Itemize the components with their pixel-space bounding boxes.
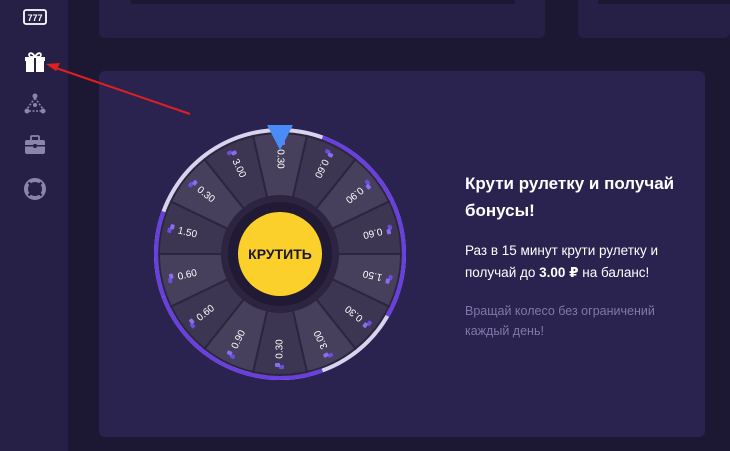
promo-desc-suffix: на баланс! (578, 265, 650, 280)
lifebuoy-icon (24, 178, 46, 200)
promo-title: Крути рулетку и получай бонусы! (465, 174, 675, 220)
promo-note: Вращай колесо без ограничений каждый ден… (465, 304, 655, 338)
gift-icon (25, 52, 45, 72)
slot-machine-icon: 777 (23, 9, 47, 25)
promo-amount: 3.00 ₽ (539, 265, 579, 280)
sidebar-item-referral[interactable] (20, 89, 50, 119)
sidebar-item-slots[interactable]: 777 (20, 2, 50, 32)
sidebar-item-support[interactable] (20, 174, 50, 204)
top-card-left (99, 0, 545, 38)
network-icon (24, 93, 46, 114)
promo-description: Раз в 15 минут крути рулетку и получай д… (465, 240, 695, 284)
spin-button[interactable]: КРУТИТЬ (238, 212, 322, 296)
wheel-segment-value: 0.30 (274, 149, 285, 169)
wheel-segment-value: 0.30 (275, 339, 286, 359)
sidebar-item-cases[interactable] (20, 130, 50, 160)
bonus-wheel: 0.30 0.60 0.90 0.60 1.50 0.30 3.00 0.30 0.90 0.60… (150, 124, 410, 384)
slots-glyph: 777 (27, 13, 42, 23)
sidebar: 777 (0, 0, 68, 451)
top-card-right (578, 0, 730, 38)
sidebar-item-bonus[interactable] (20, 47, 50, 77)
briefcase-icon (25, 135, 45, 154)
